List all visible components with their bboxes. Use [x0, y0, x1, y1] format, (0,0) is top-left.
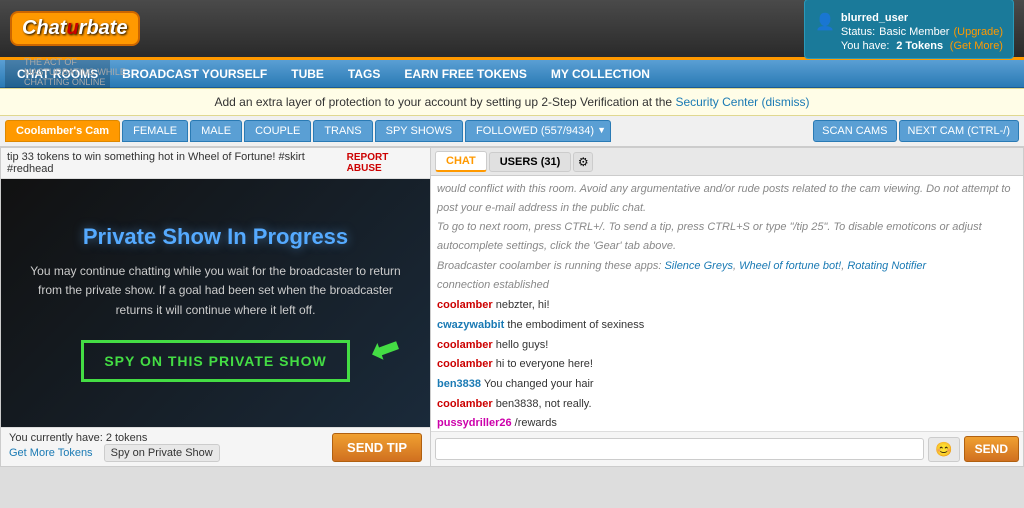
logo: Chaturbate — [10, 11, 140, 46]
token-info: You currently have: 2 tokens Get More To… — [9, 432, 220, 462]
token-links: Get More Tokens Spy on Private Show — [9, 444, 220, 462]
report-abuse-link[interactable]: REPORT ABUSE — [347, 152, 424, 174]
chat-tab-chat[interactable]: CHAT — [435, 151, 487, 172]
video-area: Private Show In Progress You may continu… — [1, 179, 430, 427]
nav-tags[interactable]: TAGS — [336, 60, 392, 88]
tab-followed[interactable]: FOLLOWED (557/9434) — [465, 120, 611, 142]
tagline: THE ACT OF MASTURBATING WHILE CHATTING O… — [24, 57, 140, 87]
status-label: Status: — [841, 26, 875, 38]
chat-message-5: ben3838 You changed your hair — [437, 375, 1017, 394]
user-info-panel: 👤 blurred_user Status: Basic Member (Upg… — [804, 0, 1014, 59]
username-pussydriller[interactable]: pussydriller26 — [437, 417, 512, 429]
chat-panel: CHAT USERS (31) ⚙ would conflict with th… — [431, 148, 1023, 466]
chat-message-2: cwazywabbit the embodiment of sexiness — [437, 316, 1017, 335]
nav-collection[interactable]: MY COLLECTION — [539, 60, 662, 88]
username-coolamber-4[interactable]: coolamber — [437, 398, 493, 410]
chat-input[interactable] — [435, 438, 924, 460]
private-show-title: Private Show In Progress — [83, 224, 348, 250]
tab-spy-shows[interactable]: SPY SHOWS — [375, 120, 463, 142]
app-link-wheel[interactable]: Wheel of fortune bot! — [739, 260, 841, 272]
chat-message-7: pussydriller26 /rewards — [437, 414, 1017, 431]
chat-message-system-1: would conflict with this room. Avoid any… — [437, 180, 1017, 217]
alert-bar: Add an extra layer of protection to your… — [0, 88, 1024, 116]
username-coolamber-1[interactable]: coolamber — [437, 299, 493, 311]
nav-earn-tokens[interactable]: EARN FREE TOKENS — [392, 60, 538, 88]
emoji-button[interactable]: 😊 — [928, 437, 959, 462]
username-ben3838-1[interactable]: ben3838 — [437, 378, 481, 390]
tab-male[interactable]: MALE — [190, 120, 242, 142]
alert-text: Add an extra layer of protection to your… — [215, 95, 673, 109]
tab-female[interactable]: FEMALE — [122, 120, 188, 142]
tabs-row: Coolamber's Cam FEMALE MALE COUPLE TRANS… — [0, 116, 1024, 147]
main-content: tip 33 tokens to win something hot in Wh… — [0, 147, 1024, 467]
chat-messages: would conflict with this room. Avoid any… — [431, 176, 1023, 431]
get-more-link[interactable]: (Get More) — [950, 40, 1003, 52]
status-value: Basic Member — [879, 26, 949, 38]
tokens-value: 2 Tokens — [896, 40, 943, 52]
navigation: CHAT ROOMS BROADCAST YOURSELF TUBE TAGS … — [0, 60, 1024, 88]
scan-cams-button[interactable]: SCAN CAMS — [813, 120, 896, 142]
upgrade-link[interactable]: (Upgrade) — [953, 26, 1003, 38]
tab-cam-name[interactable]: Coolamber's Cam — [5, 120, 120, 142]
tokens-label: You have: — [841, 40, 890, 52]
token-bar: You currently have: 2 tokens Get More To… — [1, 427, 430, 466]
tab-trans[interactable]: TRANS — [313, 120, 372, 142]
chat-message-6: coolamber ben3838, not really. — [437, 395, 1017, 414]
spy-on-private-show-button[interactable]: SPY ON THIS PRIVATE SHOW — [81, 340, 349, 382]
nav-tube[interactable]: TUBE — [279, 60, 336, 88]
chat-connection-established: connection established — [437, 276, 1017, 295]
app-link-rotating[interactable]: Rotating Notifier — [847, 260, 926, 272]
security-center-link[interactable]: Security Center — [675, 95, 758, 109]
username-coolamber-3[interactable]: coolamber — [437, 358, 493, 370]
send-chat-button[interactable]: SEND — [964, 436, 1019, 462]
username-cwazy[interactable]: cwazywabbit — [437, 319, 504, 331]
spy-private-link[interactable]: Spy on Private Show — [104, 444, 220, 462]
dismiss-link[interactable]: (dismiss) — [762, 95, 810, 109]
ticker-bar: tip 33 tokens to win something hot in Wh… — [1, 148, 430, 179]
chat-settings-gear-icon[interactable]: ⚙ — [573, 152, 593, 172]
next-cam-button[interactable]: NEXT CAM (CTRL-/) — [899, 120, 1019, 142]
chat-message-3: coolamber hello guys! — [437, 336, 1017, 355]
chat-message-system-2: To go to next room, press CTRL+/. To sen… — [437, 218, 1017, 255]
username: blurred_user — [841, 12, 908, 24]
send-tip-button[interactable]: SEND TIP — [332, 433, 422, 462]
current-tokens: You currently have: 2 tokens — [9, 432, 220, 444]
chat-message-apps: Broadcaster coolamber is running these a… — [437, 257, 1017, 276]
green-arrow-icon: ⬅ — [364, 324, 407, 374]
chat-tabs: CHAT USERS (31) ⚙ — [431, 148, 1023, 176]
user-avatar-icon: 👤 — [815, 12, 835, 32]
ticker-text: tip 33 tokens to win something hot in Wh… — [7, 151, 347, 175]
chat-message-4: coolamber hi to everyone here! — [437, 355, 1017, 374]
private-show-description: You may continue chatting while you wait… — [21, 262, 410, 320]
header: Chaturbate THE ACT OF MASTURBATING WHILE… — [0, 0, 1024, 60]
get-more-tokens-link[interactable]: Get More Tokens — [9, 447, 93, 459]
video-panel: tip 33 tokens to win something hot in Wh… — [1, 148, 431, 466]
chat-message-1: coolamber nebzter, hi! — [437, 296, 1017, 315]
tab-couple[interactable]: COUPLE — [244, 120, 311, 142]
chat-tab-users[interactable]: USERS (31) — [489, 152, 572, 172]
chat-input-area: 😊 SEND — [431, 431, 1023, 466]
username-coolamber-2[interactable]: coolamber — [437, 339, 493, 351]
app-link-silence-greys[interactable]: Silence Greys — [664, 260, 732, 272]
logo-text: Chaturbate — [22, 17, 128, 39]
